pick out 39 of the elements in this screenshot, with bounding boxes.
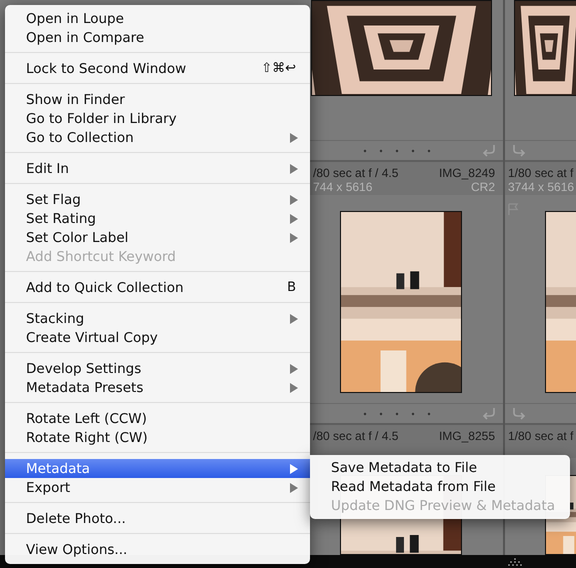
menu-item[interactable]: Add to Quick Collection B bbox=[5, 278, 310, 297]
menu-item[interactable]: Metadata bbox=[5, 459, 310, 478]
exposure-text: 1/80 sec at f bbox=[508, 429, 574, 443]
shortcut-label: B bbox=[287, 280, 296, 295]
menu-item[interactable]: Stacking bbox=[5, 309, 310, 328]
dimensions-text: 744 x 5616 bbox=[313, 180, 372, 194]
grip-icon[interactable] bbox=[508, 558, 522, 566]
menu-item[interactable]: View Options... bbox=[5, 540, 310, 559]
menu-item[interactable]: Export bbox=[5, 478, 310, 497]
menu-item[interactable]: Rotate Right (CW) bbox=[5, 428, 310, 447]
shortcut-label: ⇧⌘↩ bbox=[261, 61, 296, 76]
filename-text: IMG_8249 bbox=[438, 166, 495, 180]
exposure-text: /80 sec at f / 4.5 bbox=[313, 166, 398, 180]
dimensions-text: 3744 x 5616 bbox=[508, 180, 574, 194]
rotate-left-icon[interactable] bbox=[511, 406, 527, 420]
menu-item[interactable]: Develop Settings bbox=[5, 359, 310, 378]
filename-text: IMG_8255 bbox=[438, 429, 495, 443]
menu-item[interactable]: Metadata Presets bbox=[5, 378, 310, 397]
rotate-left-icon[interactable] bbox=[511, 144, 527, 158]
menu-item[interactable]: Save Metadata to File bbox=[310, 458, 570, 477]
menu-item[interactable]: Lock to Second Window ⇧⌘↩ bbox=[5, 59, 310, 78]
menu-item[interactable]: Read Metadata from File bbox=[310, 477, 570, 496]
menu-item[interactable]: Go to Collection bbox=[5, 128, 310, 147]
format-text: CR2 bbox=[470, 180, 495, 194]
rotate-right-icon[interactable] bbox=[481, 144, 497, 158]
menu-item[interactable]: Edit In bbox=[5, 159, 310, 178]
menu-item[interactable]: Open in Compare bbox=[5, 28, 310, 47]
exposure-text: 1/80 sec at f bbox=[508, 166, 574, 180]
menu-item[interactable]: Open in Loupe bbox=[5, 9, 310, 28]
menu-item[interactable]: Rotate Left (CCW) bbox=[5, 409, 310, 428]
menu-item[interactable]: Delete Photo... bbox=[5, 509, 310, 528]
exposure-text: /80 sec at f / 4.5 bbox=[313, 429, 398, 443]
menu-item[interactable]: Create Virtual Copy bbox=[5, 328, 310, 347]
menu-item[interactable]: Show in Finder bbox=[5, 90, 310, 109]
menu-item[interactable]: Set Rating bbox=[5, 209, 310, 228]
menu-item[interactable]: Set Flag bbox=[5, 190, 310, 209]
menu-item[interactable]: Set Color Label bbox=[5, 228, 310, 247]
rotate-right-icon[interactable] bbox=[481, 406, 497, 420]
menu-item[interactable]: Go to Folder in Library bbox=[5, 109, 310, 128]
